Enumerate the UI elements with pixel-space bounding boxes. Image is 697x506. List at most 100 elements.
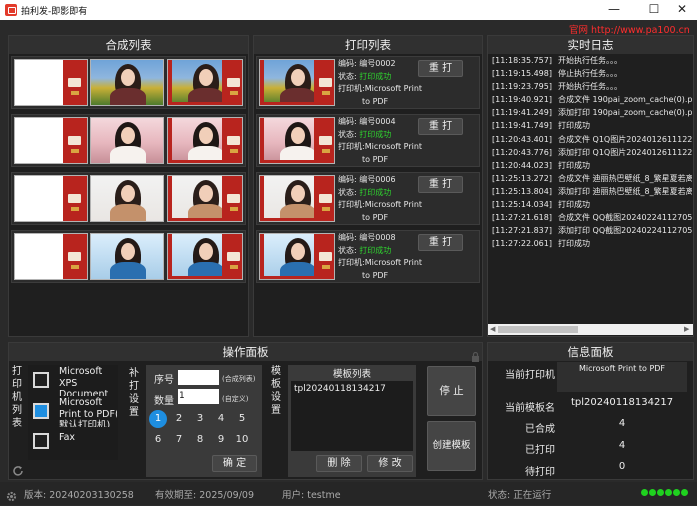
compose-result-photo-frame [220,234,242,279]
reprint-button[interactable]: 重 打 [418,234,463,251]
log-time: [11:20:43.401] [492,134,552,144]
qty-input[interactable]: 1 [178,389,219,404]
printer-value: Microsoft Print [364,200,423,209]
log-message: 添加打印 QQ截图20240224112705 [558,226,692,236]
print-job-info: 编码: 编号0004 状态: 打印成功 打印机:Microsoft Print to … [338,116,422,166]
keypad-key-3[interactable]: 3 [191,410,209,428]
keypad-key-7[interactable]: 7 [170,431,188,449]
user-label: 用户: [282,490,305,501]
compose-template-thumb-banner [63,60,87,105]
scroll-left-icon[interactable]: ◀ [490,326,495,333]
log-message: 打印成功 [558,121,590,131]
seq-label: 序号 [154,375,174,386]
code-value: 编号0006 [359,175,396,184]
keypad-key-8[interactable]: 8 [191,431,209,449]
keypad-key-1[interactable]: 1 [149,410,167,428]
printer-checkbox[interactable] [33,403,49,419]
edit-template-button[interactable]: 修 改 [367,455,413,472]
maximize-button[interactable]: ☐ [640,1,668,19]
website-link[interactable]: 官网 http://www.pa100.cn [569,22,690,36]
reprint-button[interactable]: 重 打 [418,176,463,193]
printer-item[interactable]: Microsoft Print to PDF(默认打印机) [28,396,118,427]
create-template-button[interactable]: 创建模板 [427,421,476,471]
lock-icon[interactable] [471,347,480,362]
printer-checkbox[interactable] [33,433,49,449]
state-label: 状态: [488,490,511,501]
template-list[interactable]: tpl20240118134217 [291,381,413,451]
status-indicator-dot [673,489,680,496]
window-title: 拍利发-即影即有 [21,7,88,17]
pending-label: 待打印 [525,467,555,478]
print-job-printer-cont: to PDF [362,96,389,106]
settings-gear-icon[interactable] [6,487,17,502]
print-job-thumb-left-edge [260,60,264,105]
compose-source-photo [90,59,164,106]
confirm-button[interactable]: 确 定 [212,455,257,472]
log-time: [11:27:21.837] [492,226,552,236]
print-job-thumb [259,117,335,164]
log-entry: [11:19:41.749] 打印成功 [492,119,692,132]
reprint-button[interactable]: 重 打 [418,118,463,135]
code-label: 编码: [338,117,357,126]
printer-item[interactable]: Fax [28,427,118,458]
print-job-info: 编码: 编号0002 状态: 打印成功 打印机:Microsoft Print to … [338,58,422,108]
printer-checkbox[interactable] [33,372,49,388]
compose-result-photo-left-edge [168,234,172,279]
compose-template-thumb [14,117,88,164]
compose-result-photo-bottom-edge [168,160,242,163]
keypad-key-4[interactable]: 4 [212,410,230,428]
info-panel-title: 信息面板 [488,343,693,361]
print-job-status: 状态: 打印成功 [338,245,418,258]
log-horizontal-scrollbar[interactable]: ◀ ▶ [488,324,693,335]
stop-button[interactable]: 停 止 [427,366,476,416]
compose-result-photo-frame [220,60,242,105]
print-job-code: 编码: 编号0006 [338,174,418,187]
expiry-value: 2025/09/09 [199,490,254,501]
status-indicator-dot [641,489,648,496]
print-job-info: 编码: 编号0006 状态: 打印成功 打印机:Microsoft Print to … [338,174,422,224]
title-bar[interactable]: 拍利发-即影即有 — ☐ ✕ [0,0,697,20]
delete-template-button[interactable]: 删 除 [316,455,362,472]
compose-template-thumb-banner [63,234,87,279]
print-job-thumb-banner [314,234,334,279]
log-time: [11:19:40.921] [492,95,552,105]
printer-item[interactable]: Microsoft XPS Document [28,365,118,396]
printer-value: Microsoft Print [364,84,423,93]
close-button[interactable]: ✕ [668,1,696,19]
status-value: 打印成功 [359,71,392,81]
seq-input[interactable] [178,370,219,385]
log-message: 开始执行任务。。。 [558,82,622,92]
print-job-code: 编码: 编号0008 [338,232,418,245]
reprint-button[interactable]: 重 打 [418,60,463,77]
keypad-key-6[interactable]: 6 [149,431,167,449]
keypad-key-10[interactable]: 10 [233,431,251,449]
refresh-icon[interactable] [12,462,24,476]
log-message: 添加打印 迪丽热巴壁纸_8_繁星夏若离 [558,186,692,196]
keypad-key-5[interactable]: 5 [233,410,251,428]
print-job-thumb-left-edge [260,118,264,163]
compose-result-photo [167,117,243,164]
code-label: 编码: [338,175,357,184]
minimize-button[interactable]: — [600,1,628,19]
log-list[interactable]: [11:18:35.757] 开始执行任务。。。 [11:19:15.498] 停止执… [492,54,692,322]
compose-result-photo-banner [222,176,242,221]
status-indicator-dot [681,489,688,496]
keypad-key-2[interactable]: 2 [170,410,188,428]
log-message: 合成文件 QQ截图20240224112705 [558,213,692,223]
scroll-right-icon[interactable]: ▶ [684,326,689,333]
keypad-key-9[interactable]: 9 [212,431,230,449]
user-info: 用户: testme [282,487,341,501]
compose-result-photo-frame [220,118,242,163]
printer-name-line1: Microsoft [59,397,103,408]
log-message: 打印成功 [558,160,590,170]
log-entry: [11:27:22.061] 打印成功 [492,237,692,250]
printer-name-line1: Fax [59,432,76,443]
scroll-thumb[interactable] [498,326,578,333]
print-job-code: 编码: 编号0002 [338,58,418,71]
status-indicator-dot [657,489,664,496]
compose-result-photo-banner [222,118,242,163]
template-item[interactable]: tpl20240118134217 [291,381,413,397]
log-time: [11:25:13.804] [492,186,552,196]
log-message: 合成文件 190pai_zoom_cache(0).pn [558,95,692,105]
print-job-thumb-banner [314,60,334,105]
